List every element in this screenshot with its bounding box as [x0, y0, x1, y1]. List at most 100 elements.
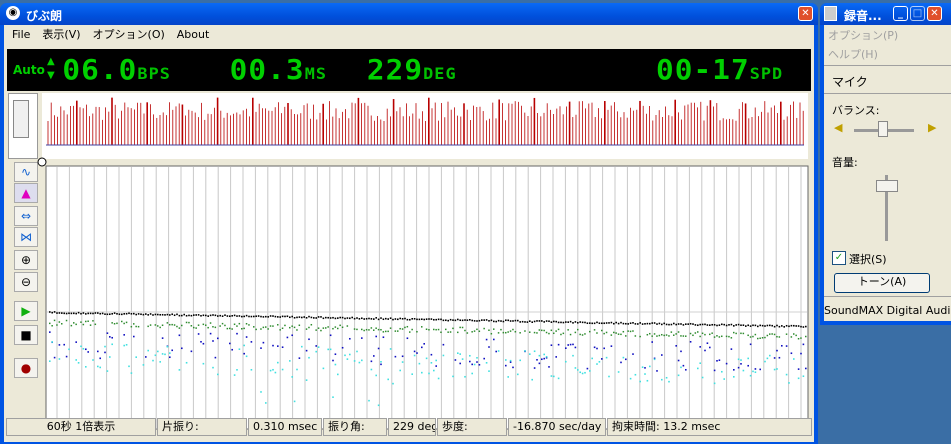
menu-options[interactable]: オプション(O) [87, 26, 171, 44]
trace-point [555, 356, 557, 358]
volume-thumb[interactable] [876, 180, 898, 192]
trace-point [706, 342, 709, 345]
maximize-button[interactable]: □ [910, 6, 925, 21]
main-titlebar[interactable]: ◉ びぶ朗 ✕ [0, 3, 818, 25]
auto-mode-label[interactable]: Auto [13, 63, 45, 77]
trace-point [500, 328, 502, 331]
trace-point [737, 358, 740, 361]
recorder-menu-help[interactable]: ヘルプ(H) [828, 46, 878, 62]
recorder-menu-options[interactable]: オプション(P) [828, 27, 898, 43]
trace-point [277, 361, 279, 364]
trace-point [344, 317, 346, 320]
trace-point [675, 345, 677, 347]
trace-point [116, 313, 118, 315]
zoom-in-button[interactable]: ⊕ [14, 250, 38, 270]
trace-point [231, 315, 233, 317]
trace-point [401, 318, 404, 320]
trace-point [159, 313, 161, 316]
trace-point [392, 382, 394, 385]
trace-point [473, 330, 476, 332]
trace-point [692, 334, 694, 337]
trace-point [214, 326, 217, 329]
trace-point [512, 366, 514, 369]
trace-point [411, 328, 413, 331]
trace-point [377, 318, 380, 321]
trace-point [476, 357, 478, 359]
trace-point [701, 376, 704, 379]
recorder-titlebar[interactable]: 録音... _ □ ✕ [820, 3, 951, 25]
trace-point [632, 330, 634, 332]
trace-point [694, 332, 697, 334]
trace-point [334, 326, 337, 328]
trace-point [147, 325, 149, 328]
rate-spinner-icon[interactable]: ▲ ▼ [47, 55, 55, 83]
trace-point [553, 332, 555, 335]
balance-thumb[interactable] [878, 121, 888, 137]
menu-about[interactable]: About [171, 26, 216, 44]
trace-point [661, 354, 663, 356]
trace-point [773, 333, 776, 336]
trace-point [365, 317, 368, 320]
trace-point [476, 328, 478, 331]
trace-point [579, 321, 581, 323]
trace-point [291, 315, 293, 318]
select-checkbox[interactable]: ✓ [832, 251, 846, 265]
trace-point [161, 313, 164, 316]
trace-point [737, 366, 740, 369]
trace-point [293, 400, 296, 403]
trace-point [217, 337, 219, 340]
shrink-horizontal-button[interactable]: ⋈ [14, 227, 38, 247]
minimize-button[interactable]: _ [893, 6, 908, 21]
trace-point [593, 329, 596, 331]
record-button[interactable]: ● [14, 358, 38, 378]
close-button[interactable]: ✕ [798, 6, 813, 21]
trace-point [135, 313, 137, 316]
trace-point [577, 321, 579, 324]
trace-point [795, 334, 797, 337]
trace-point [507, 319, 509, 322]
trace-point [759, 324, 761, 327]
trace-point [277, 316, 279, 318]
trace-point [428, 318, 430, 320]
tone-button[interactable]: トーン(A) [834, 273, 930, 293]
trace-point [389, 317, 392, 319]
trace-point [699, 335, 701, 338]
histogram-mode-button[interactable]: ▲ [14, 183, 38, 203]
trace-point [469, 360, 471, 363]
trace-point [598, 322, 601, 325]
trace-point [464, 329, 466, 332]
trace-point [680, 366, 682, 369]
trace-point [272, 315, 274, 317]
trace-point [267, 328, 269, 330]
recorder-close-button[interactable]: ✕ [927, 6, 942, 21]
trace-point [601, 322, 603, 325]
deg-readout: 229DEG [366, 53, 457, 86]
expand-horizontal-button[interactable]: ⇔ [14, 206, 38, 226]
wave-mode-button[interactable]: ∿ [14, 162, 38, 182]
stop-button[interactable]: ■ [14, 325, 38, 345]
trace-point [685, 335, 687, 337]
trace-point [135, 356, 137, 358]
trace-point [778, 336, 781, 338]
slider-thumb[interactable] [13, 100, 29, 138]
trace-point [226, 327, 229, 330]
trace-origin-marker[interactable] [37, 157, 47, 167]
trace-point [649, 365, 651, 368]
trace-point [766, 324, 769, 327]
trace-point [661, 333, 663, 336]
timing-trace-chart [37, 157, 809, 430]
zoom-out-button[interactable]: ⊖ [14, 272, 38, 292]
trace-point [118, 313, 121, 316]
trace-point [634, 373, 637, 376]
trace-point [195, 314, 197, 316]
trace-point [332, 327, 334, 330]
menu-view[interactable]: 表示(V) [36, 26, 86, 44]
expand-arrows-icon: ⇔ [20, 209, 32, 223]
volume-label: 音量: [832, 156, 858, 169]
menu-file[interactable]: File [6, 26, 36, 44]
input-level-slider[interactable] [8, 93, 38, 159]
trace-point [209, 314, 212, 317]
trace-point [269, 315, 272, 317]
play-button[interactable]: ▶ [14, 301, 38, 321]
trace-point [608, 322, 610, 324]
